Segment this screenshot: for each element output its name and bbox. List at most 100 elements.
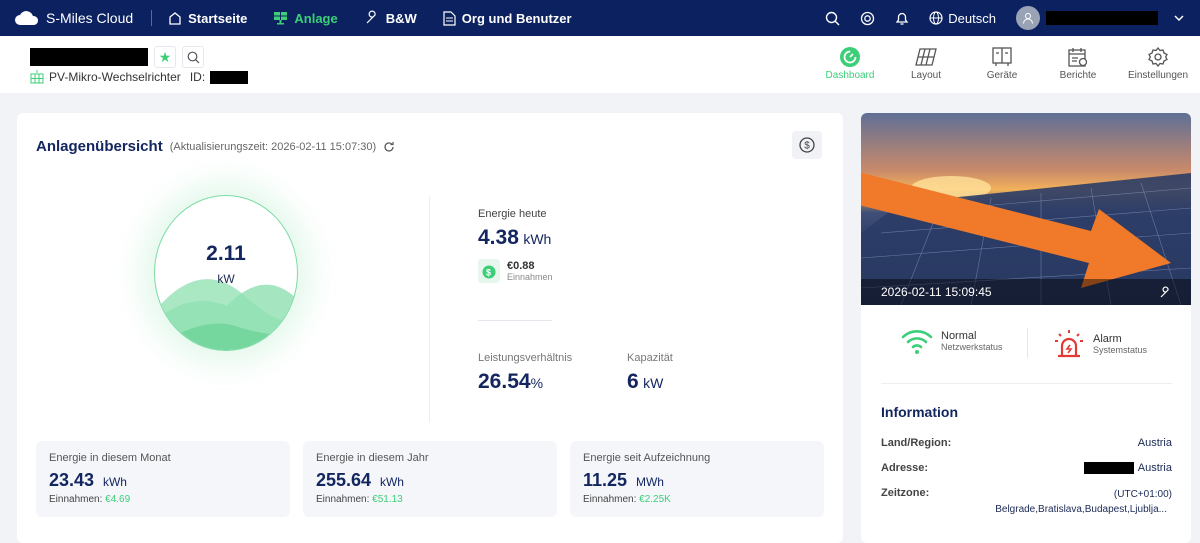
capacity-label: Kapazität xyxy=(627,352,673,364)
info-row-address: Adresse: Austria xyxy=(881,462,1172,475)
tab-dashboard[interactable]: Dashboard xyxy=(812,44,888,81)
report-calendar-icon xyxy=(1068,48,1088,67)
tab-einstellungen[interactable]: Einstellungen xyxy=(1116,44,1200,81)
svg-text:$: $ xyxy=(804,141,810,152)
redacted-plant-name xyxy=(30,48,148,66)
wrench-icon[interactable] xyxy=(1159,285,1173,299)
nav-label: Startseite xyxy=(188,10,248,26)
info-row-timezone: Zeitzone: (UTC+01:00) Belgrade,Bratislava,… xyxy=(881,487,1172,517)
tab-label: Layout xyxy=(910,70,942,81)
layout-grid-icon xyxy=(915,48,937,66)
network-status: Normal Netzwerkstatus xyxy=(901,328,1003,354)
nav-startseite[interactable]: Startseite xyxy=(168,11,247,26)
stat-label: Energie in diesem Monat xyxy=(49,452,171,464)
gear-icon xyxy=(1148,47,1168,67)
energy-today-unit: kWh xyxy=(523,231,552,247)
wifi-icon xyxy=(901,330,933,354)
plant-info-card: 2026-02-11 15:09:45 Normal Netzwerkstatus… xyxy=(861,113,1191,543)
device-icon xyxy=(992,47,1012,66)
stat-card-total: Energie seit Aufzeichnung 11.25 MWh Einn… xyxy=(570,441,824,517)
overview-title: Anlagenübersicht xyxy=(36,138,163,155)
info-value: Austria xyxy=(1137,462,1172,474)
tab-geraete[interactable]: Geräte xyxy=(964,44,1040,81)
tab-berichte[interactable]: Berichte xyxy=(1040,44,1116,81)
user-icon xyxy=(1023,13,1033,24)
plant-header: ★ PV-Mikro-Wechselrichter ID: Dashboard … xyxy=(0,36,1200,93)
plant-id-label: ID: xyxy=(189,70,206,84)
lifebuoy-icon xyxy=(861,11,875,25)
plant-photo: 2026-02-11 15:09:45 xyxy=(861,113,1191,305)
nav-bw[interactable]: B&W xyxy=(364,10,417,26)
power-unit: kW xyxy=(217,272,235,286)
svg-text:$: $ xyxy=(486,268,491,278)
stat-unit: kWh xyxy=(102,475,127,489)
nav-org[interactable]: Org und Benutzer xyxy=(443,11,572,26)
notifications-button[interactable] xyxy=(895,11,909,26)
brand-logo[interactable]: S-Miles Cloud xyxy=(14,10,133,26)
chevron-down-icon[interactable] xyxy=(1174,15,1184,21)
nav-label: Anlage xyxy=(294,10,338,26)
energy-today-value: 4.38 xyxy=(478,226,519,249)
help-button[interactable] xyxy=(860,11,875,26)
stat-label: Energie in diesem Jahr xyxy=(316,452,429,464)
refresh-icon[interactable] xyxy=(383,141,395,153)
stat-income-label: Einnahmen: xyxy=(316,494,370,505)
solar-inverter-icon xyxy=(30,70,44,84)
system-status-value: Alarm xyxy=(1093,333,1122,345)
update-time: (Aktualisierungszeit: 2026-02-11 15:07:3… xyxy=(169,140,377,153)
info-label: Land/Region: xyxy=(881,437,952,449)
tab-label: Geräte xyxy=(986,70,1018,81)
divider xyxy=(1027,328,1028,358)
alarm-siren-icon xyxy=(1055,330,1083,358)
search-button[interactable] xyxy=(825,11,840,26)
info-label: Adresse: xyxy=(881,462,929,474)
plant-type: PV-Mikro-Wechselrichter xyxy=(49,70,181,84)
performance-ratio-value: 26.54 xyxy=(478,370,531,393)
favorite-button[interactable]: ★ xyxy=(154,46,176,68)
info-label: Zeitzone: xyxy=(881,487,930,500)
avatar[interactable] xyxy=(1016,6,1040,30)
stat-unit: kWh xyxy=(379,475,404,489)
income-icon-box: $ xyxy=(478,259,500,283)
stat-income-label: Einnahmen: xyxy=(583,494,637,505)
tab-label: Dashboard xyxy=(825,70,875,81)
redacted-username xyxy=(1046,11,1158,25)
stat-unit: MWh xyxy=(635,475,664,489)
bell-icon xyxy=(895,12,909,25)
tab-layout[interactable]: Layout xyxy=(888,44,964,81)
stat-value: 23.43 xyxy=(49,470,95,490)
stat-card-year: Energie in diesem Jahr 255.64 kWh Einnah… xyxy=(303,441,557,517)
stat-income-value: €2.25K xyxy=(639,494,671,505)
info-row-region: Land/Region: Austria xyxy=(881,437,1172,449)
stat-card-month: Energie in diesem Monat 23.43 kWh Einnah… xyxy=(36,441,290,517)
divider xyxy=(429,196,430,422)
star-icon: ★ xyxy=(158,48,172,65)
plant-search-button[interactable] xyxy=(182,46,204,68)
language-select[interactable]: Deutsch xyxy=(929,11,996,26)
currency-button[interactable]: $ xyxy=(792,131,822,159)
redacted-address xyxy=(1083,462,1134,475)
divider xyxy=(151,10,153,26)
tab-label: Berichte xyxy=(1059,70,1097,81)
search-icon xyxy=(826,11,840,25)
network-status-value: Normal xyxy=(941,330,977,342)
home-icon xyxy=(169,12,181,25)
redacted-plant-id xyxy=(210,70,249,84)
performance-ratio-label: Leistungsverhältnis xyxy=(478,352,573,364)
cloud-icon xyxy=(15,11,39,25)
info-value: (UTC+01:00) xyxy=(1113,489,1172,501)
info-value-timezone-cities: Belgrade,Bratislava,Budapest,Ljublja... xyxy=(995,504,1167,516)
wrench-icon xyxy=(366,10,376,24)
brand-name: S-Miles Cloud xyxy=(46,10,134,26)
top-navbar: S-Miles Cloud Startseite Anlage B&W Org … xyxy=(0,0,1200,36)
information-title: Information xyxy=(881,404,958,420)
stat-income-value: €4.69 xyxy=(105,494,131,505)
nav-anlage[interactable]: Anlage xyxy=(273,10,338,26)
search-icon xyxy=(187,51,199,63)
nav-label: B&W xyxy=(385,10,417,26)
current-power: 2.11 xyxy=(206,242,246,265)
system-status: Alarm Systemstatus xyxy=(1053,328,1147,360)
nav-label: Org und Benutzer xyxy=(461,10,572,26)
stat-value: 11.25 xyxy=(583,470,628,490)
income-today-value: €0.88 xyxy=(507,260,535,272)
